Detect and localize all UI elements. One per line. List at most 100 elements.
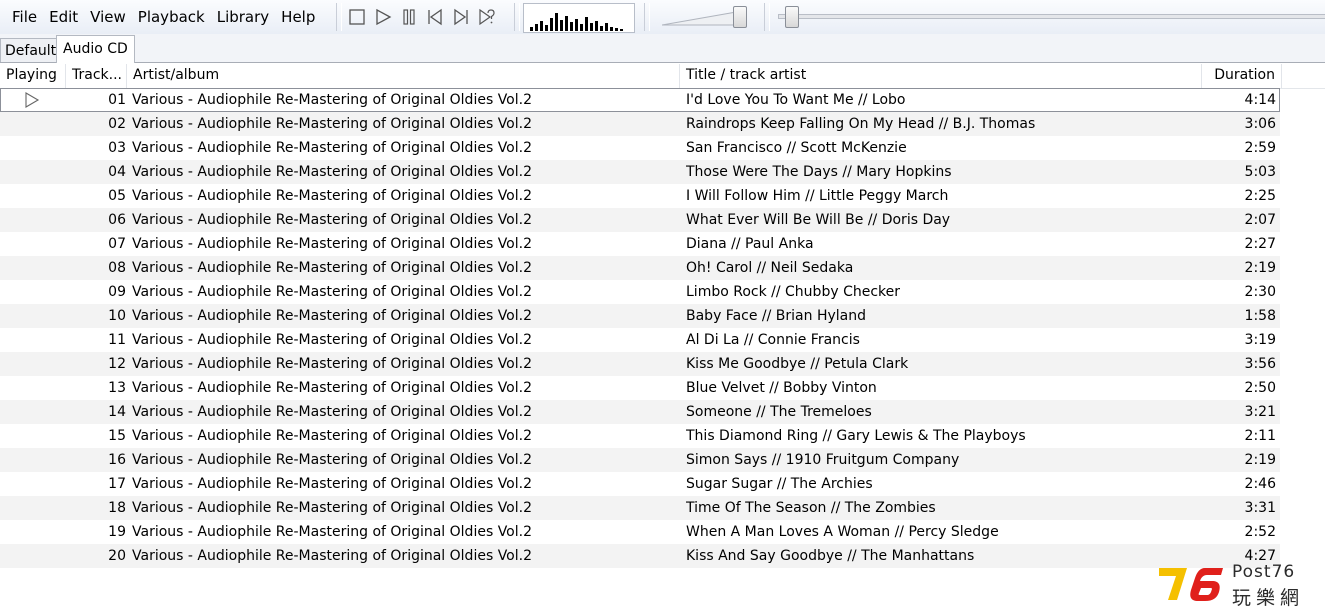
playing-indicator	[0, 352, 66, 376]
track-title: Raindrops Keep Falling On My Head // B.J…	[686, 116, 1036, 132]
track-duration: 3:56	[1244, 356, 1276, 372]
track-title: Sugar Sugar // The Archies	[686, 476, 873, 492]
menu-library[interactable]: Library	[211, 0, 275, 34]
tab-default[interactable]: Default	[0, 38, 62, 62]
column-header-artist[interactable]: Artist/album	[127, 64, 680, 88]
play-button[interactable]	[372, 6, 394, 28]
playing-indicator	[0, 520, 66, 544]
track-duration: 2:30	[1244, 284, 1276, 300]
pause-icon	[403, 9, 415, 25]
track-number: 10	[108, 308, 126, 324]
stop-icon	[349, 9, 365, 25]
artist-album: Various - Audiophile Re-Mastering of Ori…	[132, 284, 532, 300]
track-row[interactable]: 03 Various - Audiophile Re-Mastering of O…	[0, 136, 1280, 160]
artist-album: Various - Audiophile Re-Mastering of Ori…	[132, 452, 532, 468]
track-duration: 3:31	[1244, 500, 1276, 516]
random-icon	[479, 8, 495, 26]
track-duration: 1:58	[1244, 308, 1276, 324]
track-title: Diana // Paul Anka	[686, 236, 814, 252]
track-title: When A Man Loves A Woman // Percy Sledge	[686, 524, 999, 540]
spectrum-bars	[530, 13, 623, 31]
track-row[interactable]: 19 Various - Audiophile Re-Mastering of O…	[0, 520, 1280, 544]
track-row[interactable]: 08 Various - Audiophile Re-Mastering of O…	[0, 256, 1280, 280]
next-button[interactable]	[450, 6, 472, 28]
random-button[interactable]	[476, 6, 498, 28]
artist-album: Various - Audiophile Re-Mastering of Ori…	[132, 476, 532, 492]
track-row[interactable]: 10 Various - Audiophile Re-Mastering of O…	[0, 304, 1280, 328]
track-row[interactable]: 16 Various - Audiophile Re-Mastering of O…	[0, 448, 1280, 472]
toolbar-separator	[644, 3, 650, 31]
playing-indicator	[0, 472, 66, 496]
track-row[interactable]: 07 Various - Audiophile Re-Mastering of O…	[0, 232, 1280, 256]
track-row[interactable]: 18 Various - Audiophile Re-Mastering of O…	[0, 496, 1280, 520]
stop-button[interactable]	[346, 6, 368, 28]
artist-album: Various - Audiophile Re-Mastering of Ori…	[132, 332, 532, 348]
track-row[interactable]: 20 Various - Audiophile Re-Mastering of O…	[0, 544, 1280, 568]
track-duration: 2:19	[1244, 452, 1276, 468]
volume-slider-thumb[interactable]	[733, 6, 747, 28]
track-duration: 2:11	[1244, 428, 1276, 444]
track-row[interactable]: 01 Various - Audiophile Re-Mastering of O…	[0, 88, 1280, 112]
track-number: 02	[108, 116, 126, 132]
track-title: Someone // The Tremeloes	[686, 404, 872, 420]
artist-album: Various - Audiophile Re-Mastering of Ori…	[132, 548, 532, 564]
track-row[interactable]: 12 Various - Audiophile Re-Mastering of O…	[0, 352, 1280, 376]
playing-indicator	[0, 256, 66, 280]
artist-album: Various - Audiophile Re-Mastering of Ori…	[132, 92, 532, 108]
track-row[interactable]: 11 Various - Audiophile Re-Mastering of O…	[0, 328, 1280, 352]
watermark-text: Post76	[1232, 562, 1296, 582]
menu-edit[interactable]: Edit	[43, 0, 84, 34]
track-duration: 3:06	[1244, 116, 1276, 132]
artist-album: Various - Audiophile Re-Mastering of Ori…	[132, 164, 532, 180]
pause-button[interactable]	[398, 6, 420, 28]
track-row[interactable]: 15 Various - Audiophile Re-Mastering of O…	[0, 424, 1280, 448]
playing-indicator	[0, 160, 66, 184]
track-number: 05	[108, 188, 126, 204]
menu-playback[interactable]: Playback	[132, 0, 211, 34]
playing-indicator	[0, 136, 66, 160]
track-number: 03	[108, 140, 126, 156]
artist-album: Various - Audiophile Re-Mastering of Ori…	[132, 308, 532, 324]
track-title: Limbo Rock // Chubby Checker	[686, 284, 900, 300]
track-number: 09	[108, 284, 126, 300]
playing-indicator	[0, 376, 66, 400]
menu-help[interactable]: Help	[275, 0, 321, 34]
menu-view[interactable]: View	[84, 0, 132, 34]
toolbar: File Edit View Playback Library Help	[0, 0, 1325, 35]
track-title: I'd Love You To Want Me // Lobo	[686, 92, 906, 108]
menu-bar: File Edit View Playback Library Help	[0, 0, 321, 34]
artist-album: Various - Audiophile Re-Mastering of Ori…	[132, 116, 532, 132]
track-title: Simon Says // 1910 Fruitgum Company	[686, 452, 960, 468]
playlist: 01 Various - Audiophile Re-Mastering of O…	[0, 88, 1280, 568]
track-row[interactable]: 09 Various - Audiophile Re-Mastering of O…	[0, 280, 1280, 304]
tab-audio-cd[interactable]: Audio CD	[56, 35, 135, 63]
track-number: 14	[108, 404, 126, 420]
column-header-duration[interactable]: Duration	[1202, 64, 1282, 88]
playing-indicator	[0, 232, 66, 256]
column-header-title[interactable]: Title / track artist	[680, 64, 1202, 88]
artist-album: Various - Audiophile Re-Mastering of Ori…	[132, 404, 532, 420]
track-row[interactable]: 06 Various - Audiophile Re-Mastering of O…	[0, 208, 1280, 232]
previous-button[interactable]	[424, 6, 446, 28]
track-duration: 2:19	[1244, 260, 1276, 276]
spectrum-visualizer[interactable]	[523, 3, 635, 33]
toolbar-separator	[336, 3, 342, 31]
column-header-playing[interactable]: Playing	[0, 64, 66, 88]
track-duration: 2:59	[1244, 140, 1276, 156]
track-duration: 3:21	[1244, 404, 1276, 420]
track-row[interactable]: 13 Various - Audiophile Re-Mastering of O…	[0, 376, 1280, 400]
track-title: I Will Follow Him // Little Peggy March	[686, 188, 949, 204]
track-row[interactable]: 17 Various - Audiophile Re-Mastering of O…	[0, 472, 1280, 496]
track-row[interactable]: 02 Various - Audiophile Re-Mastering of O…	[0, 112, 1280, 136]
menu-file[interactable]: File	[0, 0, 43, 34]
column-header-track[interactable]: Track...	[66, 64, 127, 88]
track-row[interactable]: 04 Various - Audiophile Re-Mastering of O…	[0, 160, 1280, 184]
track-row[interactable]: 14 Various - Audiophile Re-Mastering of O…	[0, 400, 1280, 424]
track-title: Al Di La // Connie Francis	[686, 332, 860, 348]
seek-bar-thumb[interactable]	[785, 6, 799, 28]
artist-album: Various - Audiophile Re-Mastering of Ori…	[132, 212, 532, 228]
track-duration: 5:03	[1244, 164, 1276, 180]
track-row[interactable]: 05 Various - Audiophile Re-Mastering of O…	[0, 184, 1280, 208]
seek-bar-track[interactable]	[778, 14, 1325, 19]
track-title: Time Of The Season // The Zombies	[686, 500, 936, 516]
